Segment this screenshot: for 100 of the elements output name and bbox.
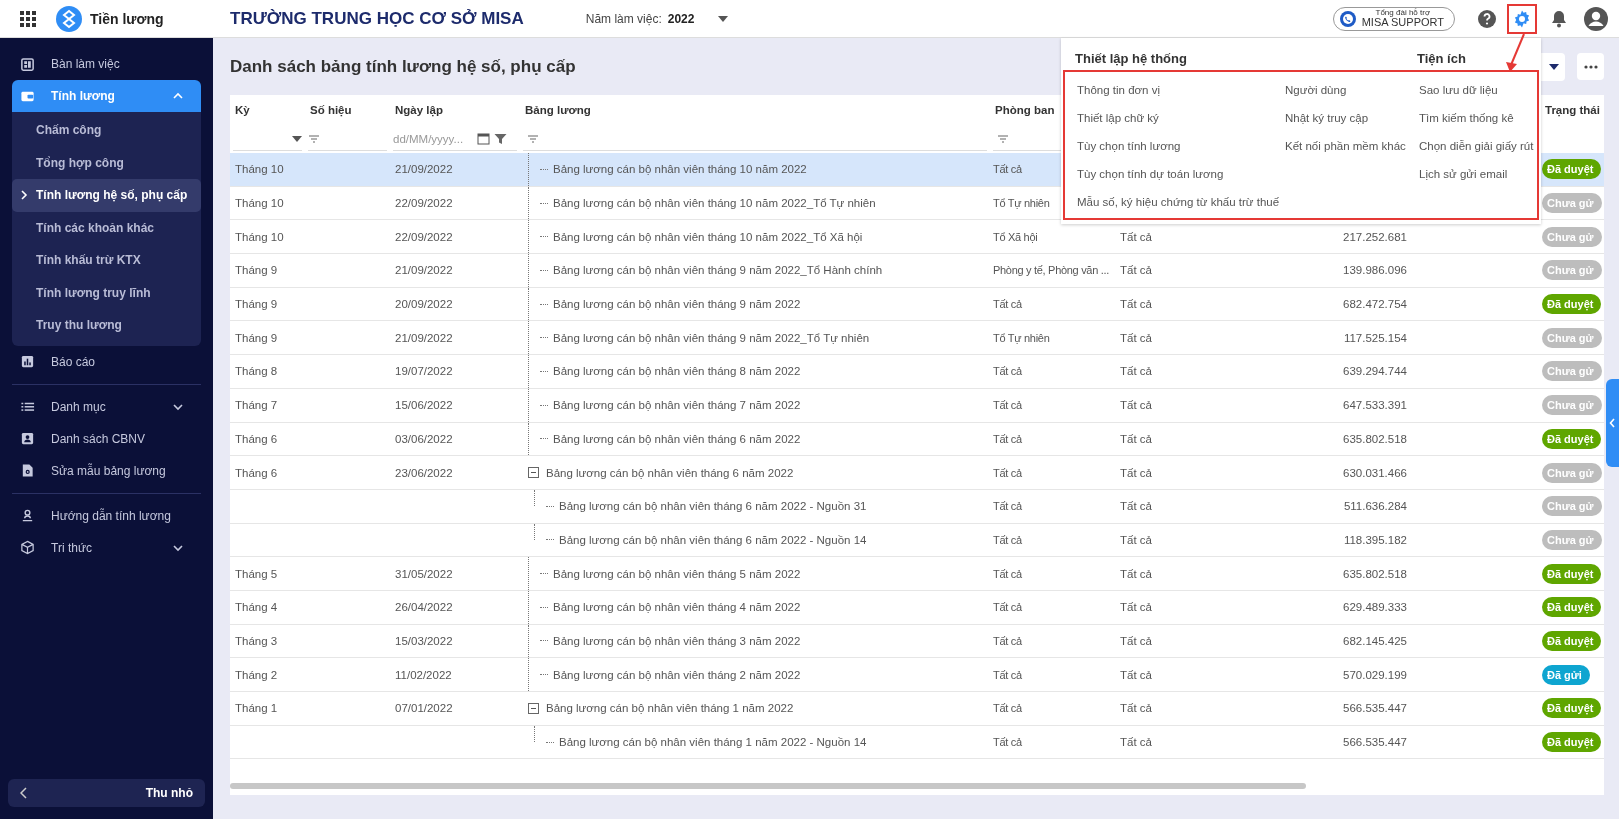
column-header[interactable]: Kỳ [230,95,305,125]
sidebar-item[interactable]: Báo cáo [12,345,201,378]
year-label: Năm làm việc: [585,11,662,26]
period-cell: Tháng 6 [235,466,278,479]
table-row[interactable]: Bảng lương cán bộ nhân viên tháng 6 năm 2022 - Nguồn 14 Tất cả Tất cả 118.395.182 Chưa gử [230,523,1604,558]
table-row[interactable]: Tháng 8 19/07/2022 Bảng lương cán bộ nhân viên tháng 8 năm 2022 Tất cả Tất cả 639.294.744 Chưa gử [230,355,1604,389]
table-row[interactable]: Bảng lương cán bộ nhân viên tháng 1 năm 2022 - Nguồn 14 Tất cả Tất cả 566.535.447 Đã duyệt [230,725,1604,760]
menu-item[interactable]: Thông tin đơn vị [1077,76,1285,104]
sidebar-item[interactable]: Hướng dẫn tính lương [12,499,201,532]
table-cell: Tất cả [1120,736,1152,749]
department-cell: Tất cả [993,432,1022,445]
caret-icon [292,135,302,142]
date-cell: 21/09/2022 [395,163,453,176]
menu-item[interactable]: Thiết lập chữ ký [1077,104,1285,132]
bar-chart-icon [20,354,35,369]
apps-grid-icon[interactable] [18,8,38,29]
collapse-icon[interactable] [528,702,539,714]
payroll-name-cell: Bảng lương cán bộ nhân viên tháng 10 năm 2022_Tổ Tự nhiên [553,197,876,210]
table-row[interactable]: Tháng 10 22/09/2022 Bảng lương cán bộ nhân viên tháng 10 năm 2022_Tổ Xã hội Tổ Xã hội Tất cả 217.252.681 Chưa gử [230,220,1604,255]
calendar-icon[interactable] [477,132,490,145]
department-cell: Tất cả [993,163,1022,176]
table-cell: Tất cả [1120,533,1152,546]
menu-item[interactable]: Sao lưu dữ liệu [1419,76,1537,104]
date-cell: 15/06/2022 [395,399,453,412]
table-cell: Tất cả [1120,298,1152,311]
settings-button[interactable] [1507,3,1537,34]
menu-item[interactable]: Tùy chọn tính dự toán lương [1077,160,1285,188]
sidebar-item[interactable]: Danh mục [12,390,201,423]
payroll-name-cell: Bảng lương cán bộ nhân viên tháng 6 năm 2022 [546,466,794,479]
amount-cell: 639.294.744 [1343,365,1407,378]
department-cell: Tất cả [993,466,1022,479]
table-row[interactable]: Tháng 7 15/06/2022 Bảng lương cán bộ nhân viên tháng 7 năm 2022 Tất cả Tất cả 647.533.391 Chưa gử [230,388,1604,423]
year-value[interactable]: 2022 [667,11,695,26]
period-cell: Tháng 10 [235,197,284,210]
menu-item[interactable]: Mẫu số, ký hiệu chứng từ khấu trừ thuế [1077,188,1285,216]
department-cell: Tất cả [993,500,1022,513]
horizontal-scrollbar[interactable] [230,783,1306,789]
submenu-item[interactable]: Chấm công [12,114,201,147]
sidebar-item[interactable]: Sửa mẫu bảng lương [12,454,201,487]
sidebar-item[interactable]: Tri thức [12,531,201,564]
payroll-name-cell: Bảng lương cán bộ nhân viên tháng 2 năm 2022 [553,668,801,681]
column-header[interactable]: Trạng thái [1540,95,1604,125]
payroll-name-cell: Bảng lương cán bộ nhân viên tháng 1 năm 2022 - Nguồn 14 [559,736,867,749]
submenu-item[interactable]: Truy thu lương [12,309,201,342]
submenu-item[interactable]: Tính khấu trừ KTX [12,244,201,277]
status-badge: Đã duyệt [1542,630,1602,651]
column-header[interactable]: Số hiệu [305,95,390,125]
payroll-name-cell: Bảng lương cán bộ nhân viên tháng 4 năm 2022 [553,601,801,614]
submenu-item[interactable]: Tính các khoản khác [12,211,201,244]
sidebar-item[interactable]: Danh sách CBNV [12,422,201,455]
period-cell: Tháng 10 [235,163,284,176]
side-panel-handle[interactable] [1606,379,1619,467]
payroll-name-cell: Bảng lương cán bộ nhân viên tháng 9 năm 2022_Tổ Tự nhiên [553,331,870,344]
collapse-icon[interactable] [528,467,539,479]
table-row[interactable]: Tháng 4 26/04/2022 Bảng lương cán bộ nhân viên tháng 4 năm 2022 Tất cả Tất cả 629.489.333 Đã duyệt [230,590,1604,625]
status-badge: Chưa gử [1542,193,1602,214]
page-title: Danh sách bảng tính lương hệ số, phụ cấp [230,56,576,77]
column-header[interactable]: Bảng lương [520,95,990,125]
avatar-icon[interactable] [1583,5,1609,32]
payroll-name-cell: Bảng lương cán bộ nhân viên tháng 6 năm 2022 [553,432,801,445]
table-row[interactable]: Tháng 5 31/05/2022 Bảng lương cán bộ nhân viên tháng 5 năm 2022 Tất cả Tất cả 635.802.518 Đã duyệt [230,557,1604,591]
date-cell: 03/06/2022 [395,432,453,445]
table-row[interactable]: Tháng 9 20/09/2022 Bảng lương cán bộ nhân viên tháng 9 năm 2022 Tất cả Tất cả 682.472.754 Đã duyệt [230,287,1604,322]
help-icon[interactable] [1477,8,1497,29]
menu-item[interactable]: Nhật ký truy cập [1285,104,1419,132]
bell-icon[interactable] [1549,8,1569,29]
status-badge: Đã duyệt [1542,159,1602,180]
funnel-icon[interactable] [494,132,507,145]
date-cell: 23/06/2022 [395,466,453,479]
menu-item[interactable]: Người dùng [1285,76,1419,104]
date-filter-field[interactable]: dd/MM/yyyy... [393,132,477,145]
amount-cell: 118.395.182 [1343,533,1407,546]
table-cell: Tất cả [1120,702,1152,715]
table-row[interactable]: Bảng lương cán bộ nhân viên tháng 6 năm 2022 - Nguồn 31 Tất cả Tất cả 511.636.284 Chưa gử [230,489,1604,524]
chevron-left-icon [20,787,28,799]
submenu-item[interactable]: Tính lương truy lĩnh [12,276,201,309]
caret-icon[interactable] [718,15,729,22]
table-row[interactable]: Tháng 9 21/09/2022 Bảng lương cán bộ nhân viên tháng 9 năm 2022_Tổ Tự nhiên Tổ Tự nhiên Tất cả 117.525.154 Chưa gử [230,321,1604,356]
submenu-item[interactable]: Tổng hợp công [12,146,201,179]
status-badge: Chưa gử [1542,361,1602,382]
column-header[interactable]: Ngày lập [390,95,520,125]
amount-cell: 117.525.154 [1343,331,1407,344]
person-card-icon [20,431,35,446]
table-cell: Tất cả [1120,331,1152,344]
date-cell: 21/09/2022 [395,331,453,344]
date-cell: 31/05/2022 [395,567,453,580]
collapse-sidebar-button[interactable]: Thu nhỏ [8,779,205,807]
menu-item[interactable]: Lịch sử gửi email [1419,160,1537,188]
status-badge: Chưa gử [1542,327,1602,348]
support-button[interactable]: Tổng đài hỗ trợ MISA SUPPORT [1332,6,1455,31]
department-cell: Tổ Xã hội [993,230,1038,243]
menu-item[interactable]: Tìm kiếm thống kê [1419,104,1537,132]
table-row[interactable]: Tháng 9 21/09/2022 Bảng lương cán bộ nhân viên tháng 9 năm 2022_Tổ Hành chính Phòng y tế, Phòng văn ... Tất cả 139.986.096 Chưa gử [230,254,1604,288]
table-row[interactable]: Tháng 3 15/03/2022 Bảng lương cán bộ nhân viên tháng 3 năm 2022 Tất cả Tất cả 682.145.425 Đã duyệt [230,624,1604,659]
table-row[interactable]: Tháng 6 03/06/2022 Bảng lương cán bộ nhân viên tháng 6 năm 2022 Tất cả Tất cả 635.802.518 Đã duyệt [230,422,1604,457]
sidebar-item[interactable]: Bàn làm việc [12,48,201,80]
table-row[interactable]: Tháng 2 11/02/2022 Bảng lương cán bộ nhân viên tháng 2 năm 2022 Tất cả Tất cả 570.029.199 Đã gửi [230,658,1604,692]
person-pin-icon [20,508,35,523]
submenu-item[interactable]: Tính lương hệ số, phụ cấp [12,179,201,212]
amount-cell: 511.636.284 [1343,500,1407,513]
